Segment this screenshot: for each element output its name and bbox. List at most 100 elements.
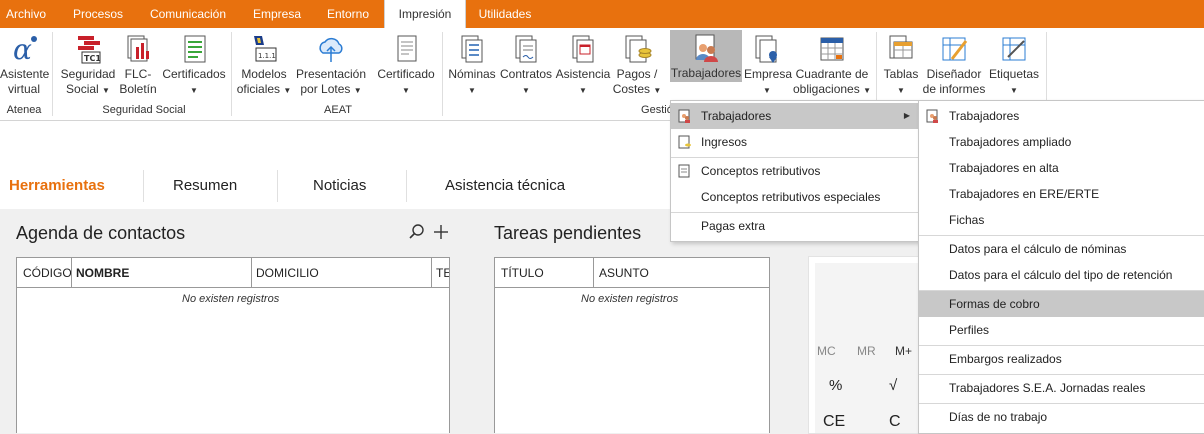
menu-item-trabajadores-alta[interactable]: Trabajadores en alta	[919, 155, 1204, 181]
agenda-table-header: CÓDIGO NOMBRE DOMICILIO TE	[17, 258, 449, 288]
etiquetas-button[interactable]: Etiquetas ▼	[986, 31, 1042, 101]
calc-sqrt-button[interactable]: √	[889, 377, 897, 394]
certificados-button[interactable]: Certificados ▼	[160, 31, 228, 101]
workers-icon	[678, 109, 690, 123]
menu-item-datos-retencion[interactable]: Datos para el cálculo del tipo de retenc…	[919, 262, 1204, 288]
menu-tab-impresion[interactable]: Impresión	[384, 0, 466, 29]
modelos-oficiales-button[interactable]: 1.1.1 Modelos oficiales ▼	[236, 31, 292, 101]
trabajadores-label: Trabajadores	[670, 66, 742, 80]
group-label-atenea: Atenea	[6, 104, 42, 116]
column-header-domicilio[interactable]: DOMICILIO	[256, 266, 319, 280]
menu-item-formas-cobro[interactable]: Formas de cobro	[919, 291, 1204, 317]
menu-tab-procesos[interactable]: Procesos	[60, 0, 136, 28]
cuadrante-obligaciones-button[interactable]: Cuadrante de obligaciones ▼	[792, 31, 872, 101]
flc-boletin-button[interactable]: FLC- Boletín	[118, 31, 158, 101]
chevron-down-icon: ▼	[102, 86, 110, 95]
calc-ce-button[interactable]: CE	[823, 413, 845, 431]
menu-item-embargos[interactable]: Embargos realizados	[919, 346, 1204, 372]
agenda-title: Agenda de contactos	[16, 223, 186, 243]
column-header-titulo[interactable]: TÍTULO	[501, 266, 544, 280]
calc-mplus-button[interactable]: M+	[895, 344, 912, 358]
menu-item-trabajadores-ampliado[interactable]: Trabajadores ampliado	[919, 129, 1204, 155]
chevron-down-icon: ▼	[863, 86, 871, 95]
tab-herramientas[interactable]: Herramientas	[9, 177, 105, 194]
add-icon[interactable]	[432, 223, 450, 241]
empresa-button[interactable]: Empresa ▼	[744, 31, 792, 101]
svg-text:1.1.1: 1.1.1	[258, 52, 276, 60]
menu-item-conceptos-retributivos[interactable]: Conceptos retributivos	[671, 158, 918, 184]
menu-item-label: Trabajadores	[949, 109, 1020, 123]
tab-asistencia-tecnica[interactable]: Asistencia técnica	[445, 177, 565, 194]
group-label-seguridad-social: Seguridad Social	[102, 104, 186, 116]
chevron-down-icon: ▼	[897, 86, 905, 95]
menu-item-trabajadores-report[interactable]: Trabajadores	[919, 103, 1204, 129]
search-icon[interactable]	[408, 223, 426, 241]
svg-text:TC1: TC1	[84, 54, 101, 63]
menu-tab-utilidades[interactable]: Utilidades	[470, 0, 540, 28]
calc-mc-button[interactable]: MC	[817, 344, 836, 358]
chevron-down-icon: ▼	[190, 86, 198, 95]
seguridad-social-button[interactable]: TC1 Seguridad Social ▼	[58, 31, 118, 101]
column-header-nombre[interactable]: NOMBRE	[76, 266, 129, 280]
calc-c-button[interactable]: C	[889, 413, 901, 431]
menu-item-dias-no-trabajo[interactable]: Días de no trabajo	[919, 404, 1204, 430]
atenea-alpha-icon: α	[13, 33, 37, 65]
menu-item-label: Conceptos retributivos especiales	[701, 190, 881, 204]
menu-tab-archivo[interactable]: Archivo	[0, 0, 52, 28]
tab-noticias[interactable]: Noticias	[313, 177, 366, 194]
menu-item-conceptos-especiales[interactable]: Conceptos retributivos especiales	[671, 184, 918, 210]
menu-item-sea-jornadas[interactable]: Trabajadores S.E.A. Jornadas reales	[919, 375, 1204, 401]
asistente-label-1: Asistente	[0, 67, 50, 81]
menu-tab-empresa[interactable]: Empresa	[244, 0, 310, 28]
cloud-upload-icon	[319, 38, 343, 62]
menu-item-label: Datos para el cálculo de nóminas	[949, 242, 1127, 256]
column-header-codigo[interactable]: CÓDIGO	[23, 266, 72, 280]
flc-label-1: FLC-	[124, 67, 152, 81]
nav-separator	[277, 170, 278, 202]
asistencia-button[interactable]: Asistencia ▼	[554, 31, 612, 101]
workers-icon	[695, 34, 718, 62]
aeat-model-icon: 1.1.1	[254, 36, 277, 62]
nominas-button[interactable]: Nóminas ▼	[446, 31, 498, 101]
tab-resumen[interactable]: Resumen	[173, 177, 237, 194]
disenador-informes-button[interactable]: Diseñador de informes ▼	[922, 31, 986, 110]
column-header-asunto[interactable]: ASUNTO	[599, 266, 649, 280]
tablas-button[interactable]: Tablas ▼	[880, 31, 922, 101]
chevron-down-icon: ▼	[402, 86, 410, 95]
contratos-label: Contratos	[499, 67, 553, 81]
menu-item-trabajadores-ere[interactable]: Trabajadores en ERE/ERTE	[919, 181, 1204, 207]
calc-mr-button[interactable]: MR	[857, 344, 876, 358]
contratos-button[interactable]: Contratos ▼	[498, 31, 554, 101]
tables-icon	[889, 35, 913, 59]
pagos-costes-button[interactable]: Pagos / Costes ▼	[612, 31, 662, 101]
chevron-down-icon: ▼	[353, 86, 362, 95]
disenador-label-1: Diseñador	[926, 67, 982, 81]
menu-item-perfiles[interactable]: Perfiles	[919, 317, 1204, 343]
menu-tab-comunicacion[interactable]: Comunicación	[140, 0, 236, 28]
calc-percent-button[interactable]: %	[829, 377, 842, 394]
menu-item-trabajadores[interactable]: Trabajadores ▶	[671, 103, 918, 129]
menu-item-ingresos[interactable]: Ingresos	[671, 129, 918, 155]
menu-bar: Archivo Procesos Comunicación Empresa En…	[0, 0, 1204, 29]
column-header-telefono[interactable]: TE	[436, 266, 449, 280]
nav-separator	[143, 170, 144, 202]
certificado-label: Certificado	[377, 67, 435, 81]
calendar-grid-icon	[820, 37, 844, 61]
asistente-virtual-button[interactable]: α Asistente virtual	[0, 31, 50, 101]
trabajadores-button[interactable]: Trabajadores	[670, 30, 742, 82]
menu-tab-entorno[interactable]: Entorno	[318, 0, 378, 28]
menu-item-label: Trabajadores en ERE/ERTE	[949, 187, 1100, 201]
menu-item-datos-nominas[interactable]: Datos para el cálculo de nóminas	[919, 236, 1204, 262]
menu-item-pagas-extra[interactable]: Pagas extra	[671, 213, 918, 239]
menu-item-fichas[interactable]: Fichas	[919, 207, 1204, 233]
labels-icon	[1002, 37, 1026, 61]
trabajadores-submenu: Trabajadores Trabajadores ampliado Traba…	[918, 100, 1204, 434]
certificate-icon	[397, 35, 417, 62]
chevron-down-icon: ▼	[522, 86, 530, 95]
presentacion-lotes-button[interactable]: Presentación por Lotes ▼	[294, 31, 368, 101]
flc-label-2: Boletín	[119, 82, 157, 96]
certificado-button[interactable]: Certificado ▼	[374, 31, 438, 101]
tareas-table: TÍTULO ASUNTO No existen registros	[494, 257, 770, 433]
ribbon-separator	[442, 32, 443, 116]
asistencia-label: Asistencia	[555, 67, 611, 81]
